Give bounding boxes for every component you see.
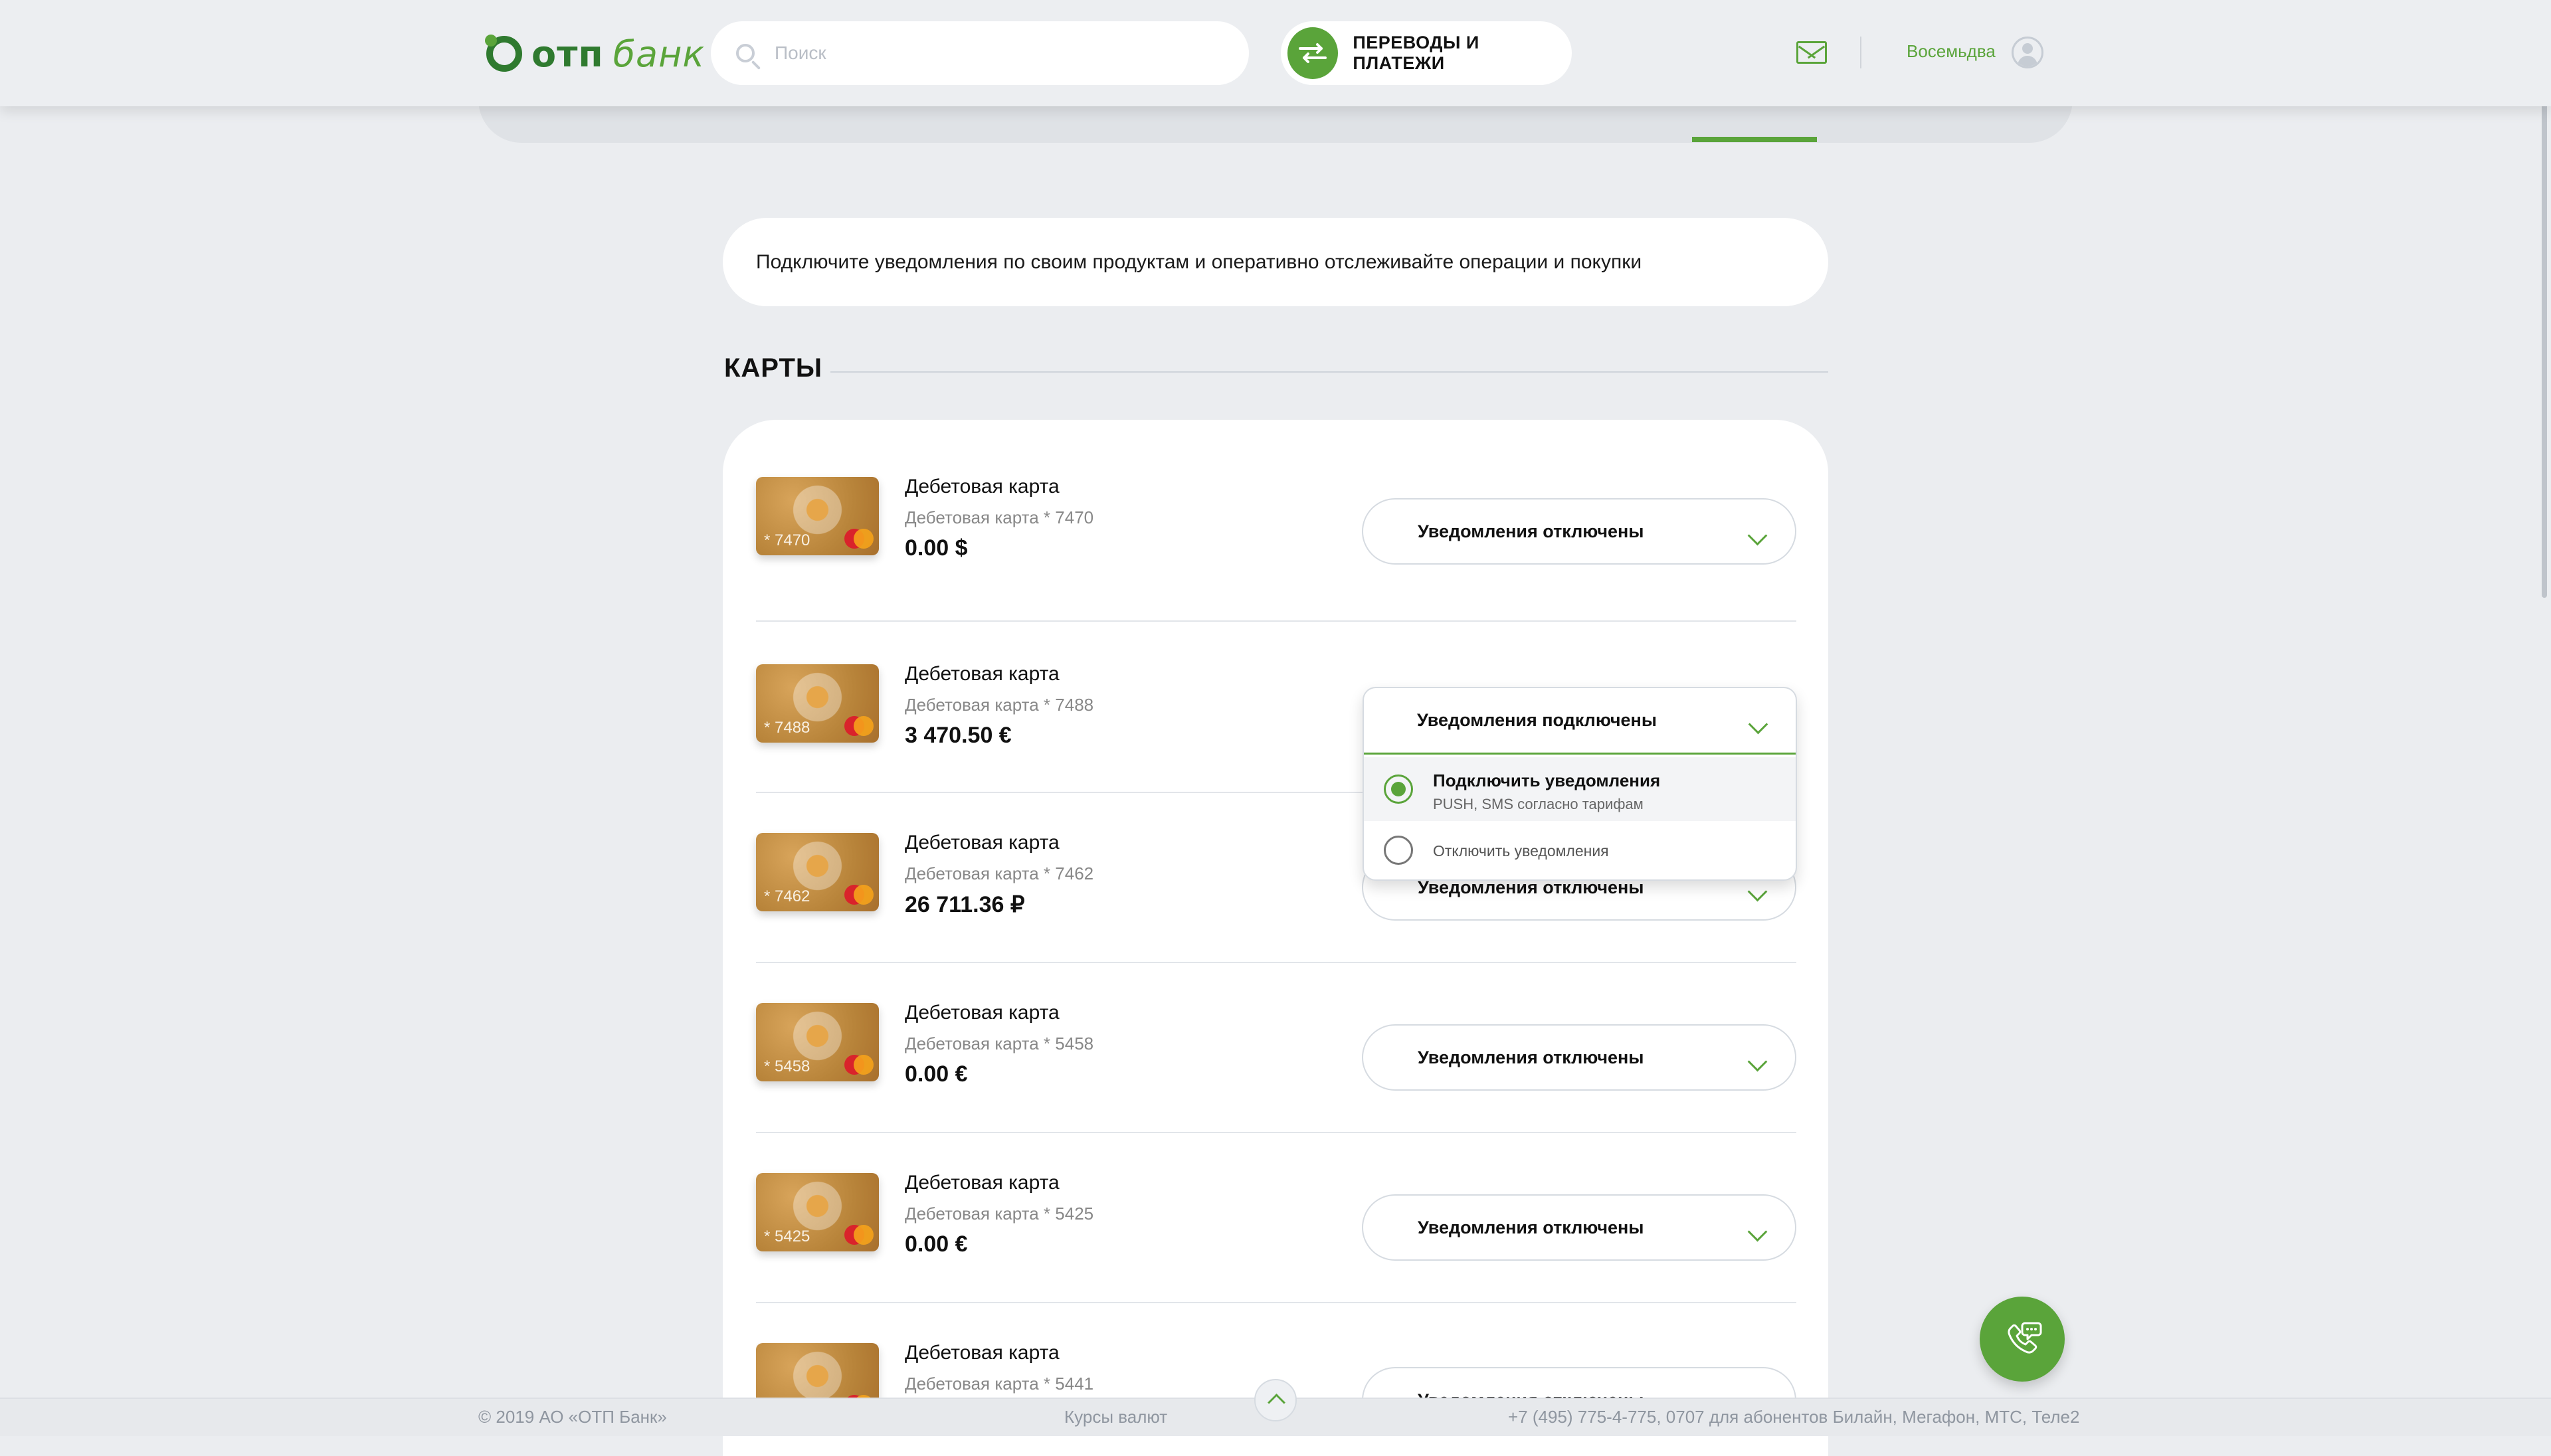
- card-number: * 5458: [764, 1057, 810, 1075]
- otp-logo-icon: [485, 35, 522, 72]
- transfers-label: ПЕРЕВОДЫ И ПЛАТЕЖИ: [1353, 33, 1479, 73]
- card-number: * 7470: [764, 531, 810, 549]
- card-row: * 5458 Дебетовая карта Дебетовая карта *…: [756, 1002, 1796, 1173]
- card-thumbnail[interactable]: * 5458: [756, 1003, 879, 1081]
- card-subtitle: Дебетовая карта * 5458: [905, 1034, 1094, 1053]
- footer-copyright: © 2019 АО «ОТП Банк»: [478, 1407, 667, 1427]
- card-thumbnail[interactable]: * 7470: [756, 477, 879, 555]
- footer-rates-link[interactable]: Курсы валют: [1064, 1407, 1167, 1427]
- header-divider: [1860, 37, 1861, 68]
- swap-arrows-icon: [1287, 27, 1339, 79]
- section-title-cards: КАРТЫ: [724, 353, 823, 383]
- chevron-down-icon: [1747, 881, 1768, 902]
- option-disable-title: Отключить уведомления: [1433, 842, 1609, 860]
- option-enable-subtitle: PUSH, SMS согласно тарифам: [1433, 796, 1644, 812]
- notification-dropdown-open[interactable]: Уведомления подключены Подключить уведом…: [1363, 687, 1797, 881]
- footer-phones: +7 (495) 775-4-775, 0707 для абонентов Б…: [1508, 1407, 2080, 1427]
- chevron-down-icon: [1747, 1222, 1768, 1242]
- card-subtitle: Дебетовая карта * 7488: [905, 695, 1094, 715]
- notification-select-value: Уведомления отключены: [1418, 1390, 1644, 1398]
- card-number: * 5425: [764, 1228, 810, 1245]
- call-chat-button[interactable]: [1980, 1297, 2065, 1382]
- logo-text-part1: отп: [531, 33, 604, 75]
- active-tab-indicator: [1692, 137, 1817, 142]
- search-input[interactable]: [773, 42, 1208, 64]
- card-name[interactable]: Дебетовая карта: [905, 1343, 1060, 1364]
- user-avatar-icon[interactable]: [2012, 37, 2043, 68]
- card-subtitle: Дебетовая карта * 7470: [905, 507, 1094, 527]
- card-row: * 5425 Дебетовая карта Дебетовая карта *…: [756, 1172, 1796, 1343]
- transfers-button[interactable]: ПЕРЕВОДЫ И ПЛАТЕЖИ: [1281, 21, 1572, 85]
- mastercard-orange-icon: [854, 716, 874, 736]
- row-divider: [756, 620, 1796, 622]
- card-name[interactable]: Дебетовая карта: [905, 832, 1060, 854]
- dropdown-option-enable[interactable]: Подключить уведомления PUSH, SMS согласн…: [1364, 757, 1796, 821]
- option-enable-title: Подключить уведомления: [1433, 771, 1661, 790]
- chevron-down-icon: [1747, 1051, 1768, 1072]
- row-divider: [756, 1302, 1796, 1303]
- radio-icon[interactable]: [1384, 836, 1413, 865]
- chevron-down-icon: [1748, 714, 1768, 735]
- card-name[interactable]: Дебетовая карта: [905, 476, 1060, 498]
- card-name[interactable]: Дебетовая карта: [905, 1172, 1060, 1194]
- card-balance: 0.00 €: [905, 1231, 968, 1257]
- radio-icon[interactable]: [1384, 774, 1413, 804]
- banner-text: Подключите уведомления по своим продукта…: [756, 250, 1642, 273]
- otp-bank-logo[interactable]: отп банк: [485, 33, 706, 75]
- card-name[interactable]: Дебетовая карта: [905, 1002, 1060, 1024]
- notification-select-value: Уведомления отключены: [1418, 1047, 1644, 1067]
- chevron-up-icon[interactable]: [1254, 1379, 1297, 1421]
- card-subtitle: Дебетовая карта * 5425: [905, 1204, 1094, 1224]
- notification-select-value: Уведомления отключены: [1418, 1217, 1644, 1237]
- card-thumbnail[interactable]: * 7462: [756, 833, 879, 911]
- card-balance: 0.00 $: [905, 535, 968, 561]
- mastercard-orange-icon: [854, 1055, 874, 1075]
- card-name[interactable]: Дебетовая карта: [905, 663, 1060, 685]
- mail-icon[interactable]: [1796, 41, 1827, 64]
- row-divider: [756, 1132, 1796, 1133]
- username[interactable]: Восемьдва: [1907, 41, 1996, 62]
- card-balance: 3 470.50 €: [905, 723, 1012, 748]
- notification-select[interactable]: Уведомления отключены: [1362, 1367, 1796, 1398]
- notifications-info-banner: Подключите уведомления по своим продукта…: [723, 218, 1828, 306]
- search-icon: [736, 44, 755, 62]
- card-thumbnail[interactable]: * 5425: [756, 1173, 879, 1251]
- mastercard-orange-icon: [854, 529, 874, 549]
- card-subtitle: Дебетовая карта * 5441: [905, 1374, 1094, 1394]
- notification-select[interactable]: Уведомления отключены: [1362, 498, 1796, 565]
- card-balance: 26 711.36 ₽: [905, 892, 1025, 917]
- notification-dropdown-head[interactable]: Уведомления подключены: [1364, 688, 1796, 755]
- card-number: * 7462: [764, 887, 810, 905]
- logo-text-part2: банк: [613, 33, 706, 75]
- phone-chat-icon: [2008, 1322, 2042, 1354]
- card-thumbnail[interactable]: [756, 1343, 879, 1398]
- page-scrollbar[interactable]: [2542, 40, 2547, 598]
- card-thumbnail[interactable]: * 7488: [756, 664, 879, 743]
- mastercard-orange-icon: [854, 885, 874, 905]
- search-box[interactable]: [711, 21, 1249, 85]
- mastercard-orange-icon: [854, 1225, 874, 1245]
- notification-select[interactable]: Уведомления отключены: [1362, 1194, 1796, 1261]
- chevron-down-icon: [1747, 525, 1768, 546]
- row-divider: [756, 962, 1796, 963]
- notification-select[interactable]: Уведомления отключены: [1362, 1024, 1796, 1091]
- section-title-line: [830, 371, 1828, 373]
- top-header: [0, 0, 2551, 106]
- notification-select-value: Уведомления отключены: [1418, 521, 1644, 541]
- notification-dropdown-value: Уведомления подключены: [1417, 710, 1657, 730]
- card-number: * 7488: [764, 719, 810, 737]
- card-subtitle: Дебетовая карта * 7462: [905, 864, 1094, 883]
- dropdown-option-disable[interactable]: Отключить уведомления: [1364, 821, 1796, 881]
- card-balance: 0.00 €: [905, 1061, 968, 1087]
